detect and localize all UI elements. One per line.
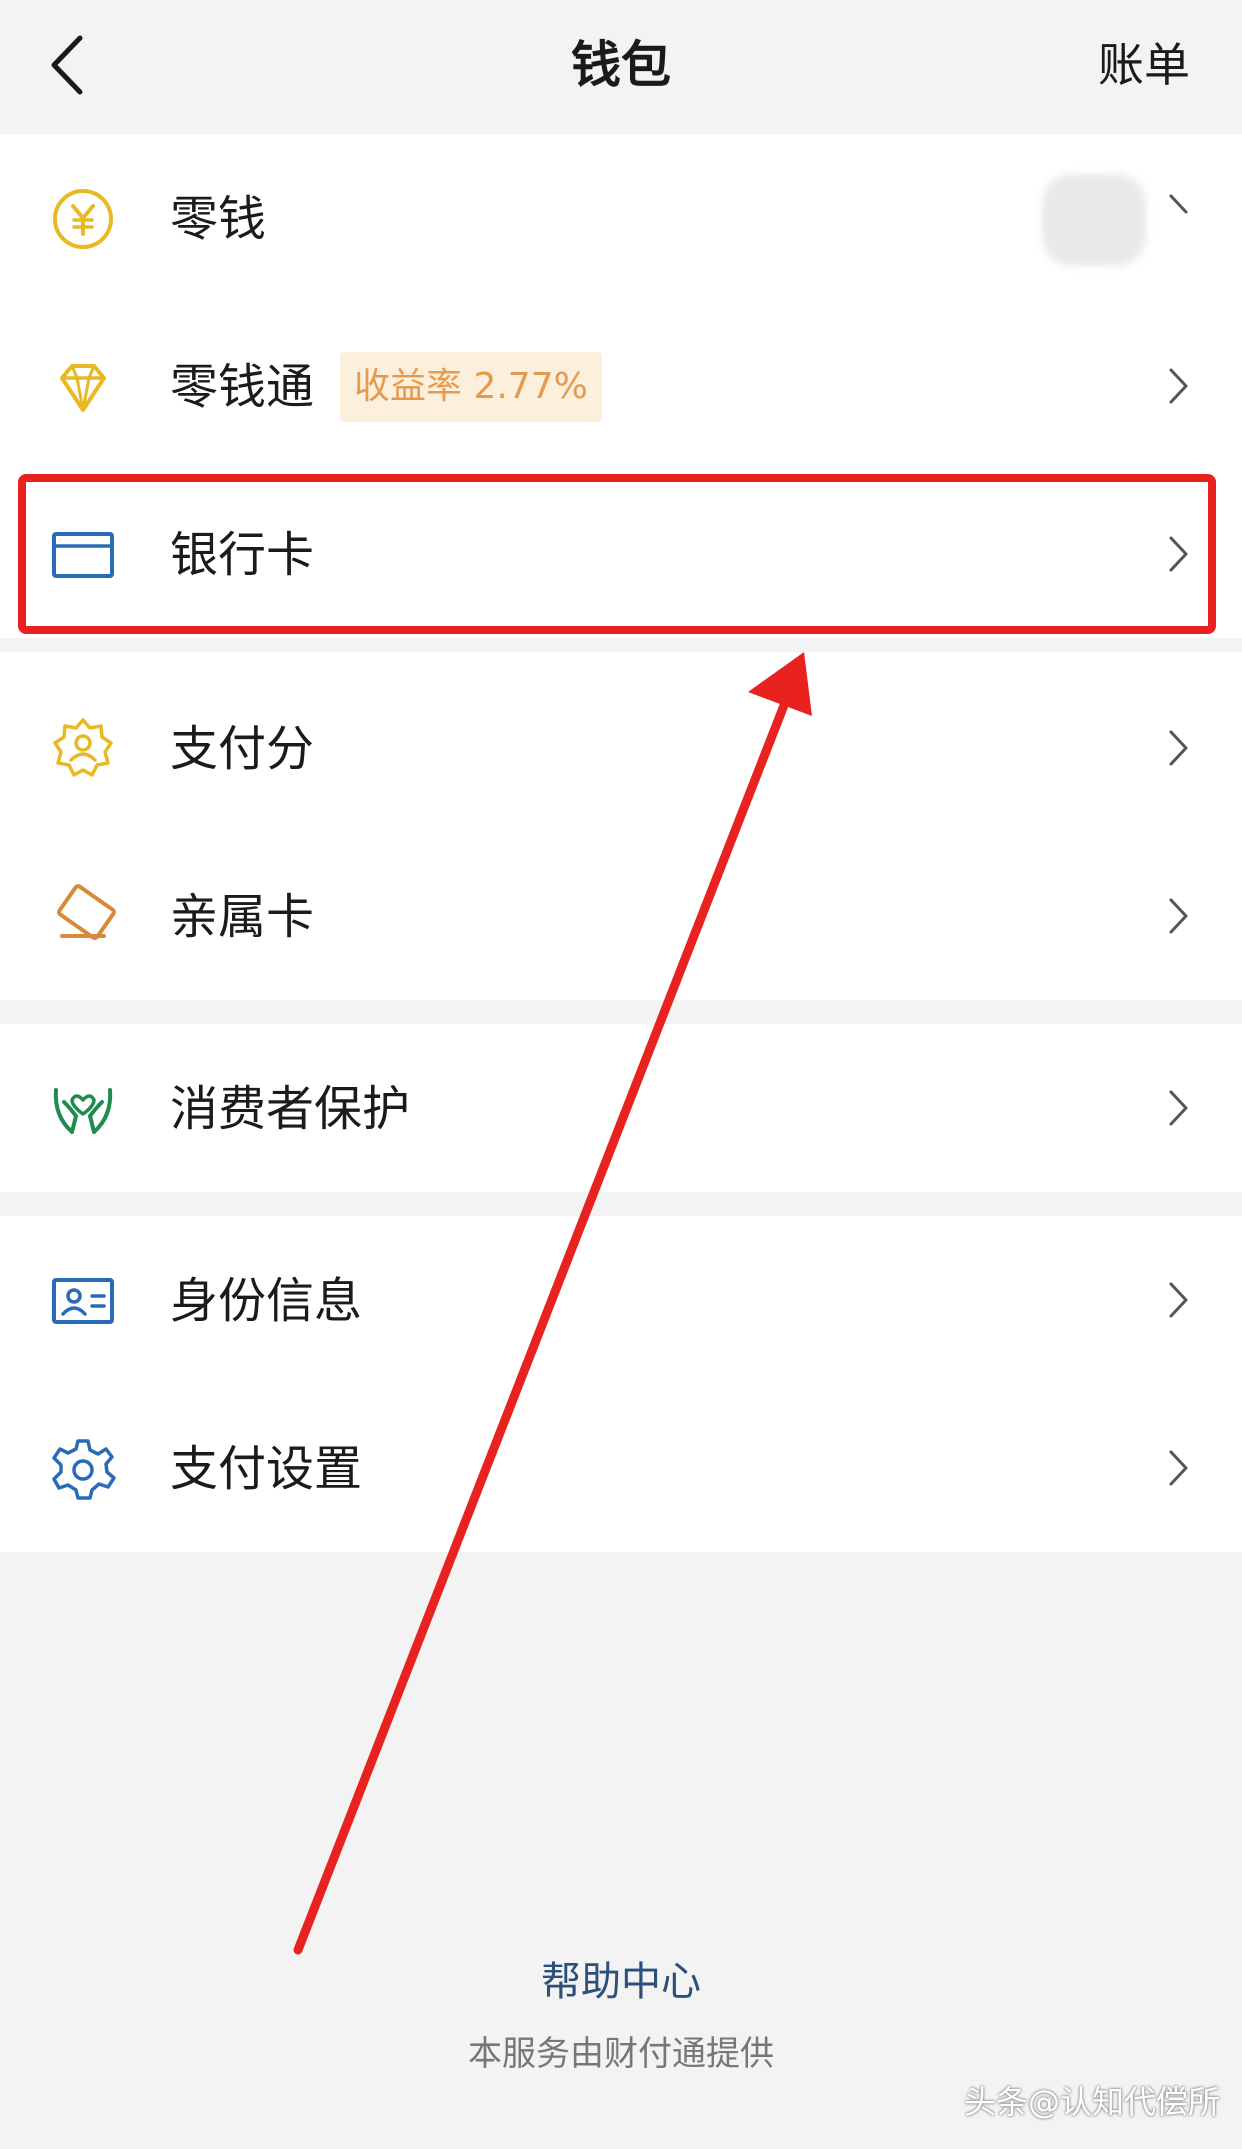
credit-score-icon — [53, 718, 113, 777]
menu-item-change[interactable]: 零钱 ¥ — [0, 134, 1242, 302]
yuan-coin-icon — [53, 189, 113, 249]
menu-item-bank-card[interactable]: 银行卡 — [0, 470, 1242, 638]
menu-item-label: 银行卡 — [170, 527, 315, 583]
menu-item-consumer-protection[interactable]: 消费者保护 — [0, 1024, 1242, 1192]
chevron-right-icon — [1169, 194, 1188, 214]
menu-item-label: 零钱 — [170, 191, 267, 247]
menu-item-pay-score[interactable]: 支付分 — [0, 664, 1242, 832]
menu-item-family-card[interactable]: 亲属卡 — [0, 832, 1242, 1000]
bank-card-icon — [52, 532, 114, 578]
menu-item-label: 支付设置 — [170, 1441, 363, 1497]
help-center-link[interactable]: 帮助中心 — [0, 1954, 1242, 2010]
identity-settings-group: 身份信息 支付设置 — [0, 1216, 1242, 1552]
family-card-icon — [57, 884, 116, 941]
chevron-right-icon — [1169, 730, 1188, 766]
menu-item-identity[interactable]: 身份信息 — [0, 1216, 1242, 1384]
menu-item-label: 支付分 — [170, 721, 315, 777]
page-title: 钱包 — [571, 36, 671, 94]
menu-item-label: 消费者保护 — [170, 1081, 411, 1137]
section-divider — [0, 638, 1242, 652]
chevron-right-icon — [1169, 898, 1188, 934]
provider-note: 本服务由财付通提供 — [468, 2034, 774, 2074]
menu-item-label: 亲属卡 — [170, 889, 315, 945]
bill-button[interactable]: 账单 — [1098, 30, 1190, 100]
yield-badge: 收益率 2.77% — [340, 352, 602, 422]
chevron-right-icon — [1169, 536, 1188, 572]
chevron-right-icon — [1169, 1282, 1188, 1318]
chevron-right-icon — [1169, 1450, 1188, 1486]
protection-hands-icon — [53, 1088, 113, 1134]
menu-item-change-plus[interactable]: 零钱通 收益率 2.77% — [0, 302, 1242, 470]
nav-bar: 钱包 账单 — [0, 0, 1242, 134]
id-card-icon — [52, 1278, 114, 1324]
consumer-protection-group: 消费者保护 — [0, 1024, 1242, 1192]
menu-item-pay-settings[interactable]: 支付设置 — [0, 1384, 1242, 1552]
gear-icon — [52, 1439, 116, 1500]
menu-item-label: 身份信息 — [170, 1273, 363, 1329]
balance-mask — [1042, 174, 1146, 266]
chevron-right-icon — [1169, 368, 1188, 404]
wallet-main-group: 零钱 ¥ 零钱通 收益率 2.77% 银行卡 — [0, 134, 1242, 1000]
chevron-right-icon — [1169, 1090, 1188, 1126]
diamond-icon — [60, 364, 106, 412]
watermark: 头条@认知代偿所 — [963, 2083, 1220, 2121]
menu-item-label: 零钱通 — [170, 359, 315, 415]
